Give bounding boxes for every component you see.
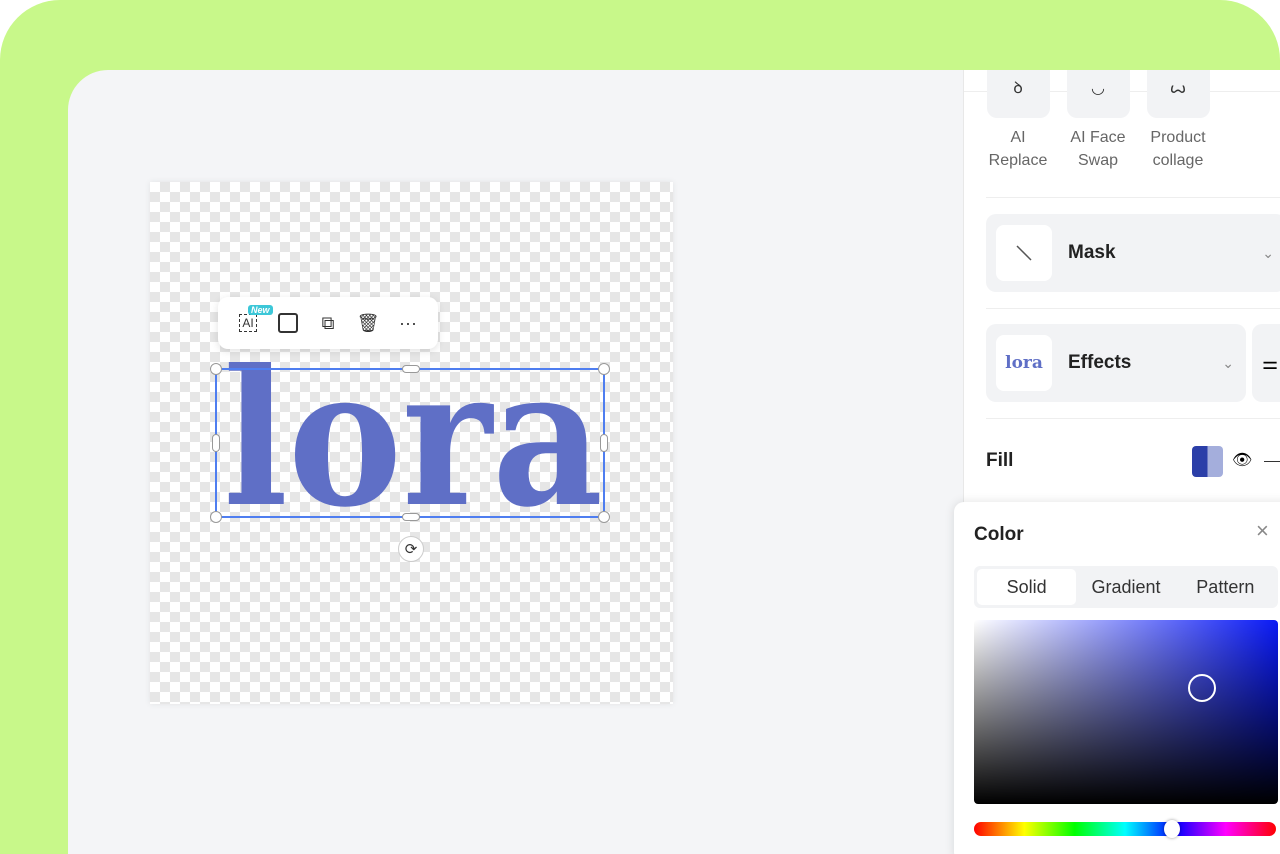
more-icon: ··· [399, 312, 417, 333]
chevron-down-icon: ⌄ [1262, 244, 1274, 261]
hue-slider-thumb[interactable] [1164, 820, 1180, 838]
resize-handle[interactable] [210, 511, 222, 523]
effects-thumbnail: lora [996, 335, 1052, 391]
rotate-icon[interactable]: ⟳ [398, 536, 424, 562]
tab-gradient[interactable]: Gradient [1076, 569, 1175, 605]
tool-label: AI Replace [988, 129, 1048, 169]
resize-handle[interactable] [600, 434, 608, 452]
color-popup: Color × Solid Gradient Pattern [954, 502, 1280, 854]
effects-label: Effects [1068, 352, 1132, 373]
resize-handle[interactable] [402, 513, 420, 521]
effects-section[interactable]: lora Effects ⌄ [986, 324, 1246, 402]
tab-pattern[interactable]: Pattern [1176, 569, 1275, 605]
hue-slider[interactable] [974, 820, 1276, 838]
color-cursor[interactable] [1188, 674, 1216, 702]
close-icon[interactable]: × [1256, 518, 1269, 544]
tool-ai-face-swap[interactable]: ◡ AI Face Swap [1066, 70, 1130, 172]
tool-label: AI Face Swap [1070, 129, 1126, 169]
sliders-icon: ⚌ [1262, 352, 1279, 373]
tool-product-collage[interactable]: ꙍ Product collage [1146, 70, 1210, 172]
mask-section[interactable]: Mask ⌄ [986, 214, 1280, 292]
ai-icon: AI [239, 314, 257, 332]
ai-tool-button[interactable]: AI New [234, 305, 273, 337]
saturation-value-picker[interactable] [974, 620, 1278, 804]
editor-workspace: lora ⟳ AI New ⧉ 🗑︎ ··· ꝺ AI Replace ◡ AI Fa… [68, 70, 1280, 854]
resize-handle[interactable] [598, 511, 610, 523]
face-swap-icon: ◡ [1066, 70, 1130, 118]
app-frame: lora ⟳ AI New ⧉ 🗑︎ ··· ꝺ AI Replace ◡ AI Fa… [0, 0, 1280, 854]
cutout-icon [278, 313, 298, 333]
resize-handle[interactable] [402, 365, 420, 373]
delete-button[interactable]: 🗑︎ [354, 309, 382, 337]
more-button[interactable]: ··· [394, 309, 422, 337]
tool-label: Product collage [1150, 129, 1206, 169]
resize-handle[interactable] [212, 434, 220, 452]
trash-icon: 🗑︎ [356, 312, 380, 333]
minus-icon[interactable] [1264, 461, 1280, 462]
resize-handle[interactable] [598, 363, 610, 375]
popup-title: Color [974, 524, 1024, 545]
no-mask-icon [996, 225, 1052, 281]
duplicate-button[interactable]: ⧉ [314, 309, 342, 337]
resize-handle[interactable] [210, 363, 222, 375]
tool-ai-replace[interactable]: ꝺ AI Replace [986, 70, 1050, 172]
collage-icon: ꙍ [1146, 70, 1210, 118]
tab-solid[interactable]: Solid [977, 569, 1077, 605]
new-badge: New [248, 305, 273, 315]
fill-color-swatch[interactable] [1192, 446, 1223, 477]
eye-icon[interactable]: 👁︎ [1232, 450, 1252, 470]
color-type-tabs: Solid Gradient Pattern [974, 566, 1278, 608]
mask-label: Mask [1068, 242, 1116, 263]
duplicate-icon: ⧉ [321, 312, 335, 333]
adjust-button[interactable]: ⚌ [1252, 324, 1280, 402]
floating-toolbar: AI New ⧉ 🗑︎ ··· [218, 297, 438, 349]
selection-box[interactable] [210, 363, 610, 523]
cutout-button[interactable] [274, 309, 302, 337]
fill-label: Fill [986, 450, 1014, 471]
ai-replace-icon: ꝺ [986, 70, 1050, 118]
chevron-down-icon: ⌄ [1222, 354, 1234, 371]
